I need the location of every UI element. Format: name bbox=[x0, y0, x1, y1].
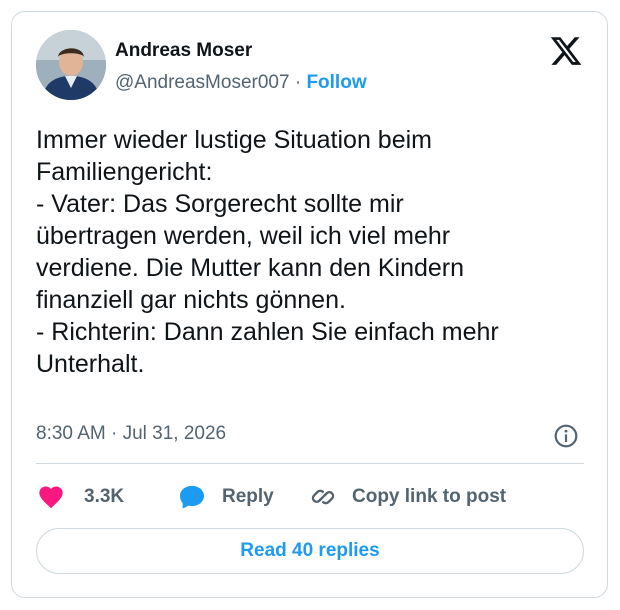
speech-bubble-icon bbox=[179, 485, 205, 509]
copy-link-button[interactable]: Copy link to post bbox=[308, 482, 506, 512]
info-icon[interactable] bbox=[553, 423, 579, 449]
separator-dot: · bbox=[294, 72, 302, 93]
like-button[interactable]: 3.3K bbox=[36, 482, 124, 512]
link-icon bbox=[311, 489, 335, 505]
author-handle[interactable]: @AndreasMoser007 bbox=[115, 72, 290, 93]
author-name[interactable]: Andreas Moser bbox=[115, 40, 252, 62]
read-replies-button[interactable]: Read 40 replies bbox=[36, 528, 584, 574]
action-bar: 3.3K Reply Copy link to post bbox=[36, 482, 596, 512]
tweet-timestamp[interactable]: 8:30 AM · Jul 31, 2026 bbox=[36, 423, 226, 445]
heart-icon bbox=[39, 486, 63, 509]
reply-button[interactable]: Reply bbox=[177, 482, 274, 512]
author-handle-row: @AndreasMoser007 · Follow bbox=[115, 72, 367, 94]
like-count: 3.3K bbox=[84, 486, 125, 507]
tweet-text: Immer wieder lustige Situation beim Fami… bbox=[36, 126, 499, 378]
divider bbox=[36, 463, 584, 464]
tweet-card: Andreas Moser @AndreasMoser007 · Follow … bbox=[11, 11, 608, 598]
copy-link-label: Copy link to post bbox=[352, 486, 507, 507]
avatar[interactable] bbox=[36, 30, 106, 100]
x-logo-icon[interactable] bbox=[548, 34, 584, 68]
avatar-image bbox=[36, 30, 106, 100]
reply-label: Reply bbox=[222, 486, 274, 507]
follow-button[interactable]: Follow bbox=[306, 72, 366, 93]
